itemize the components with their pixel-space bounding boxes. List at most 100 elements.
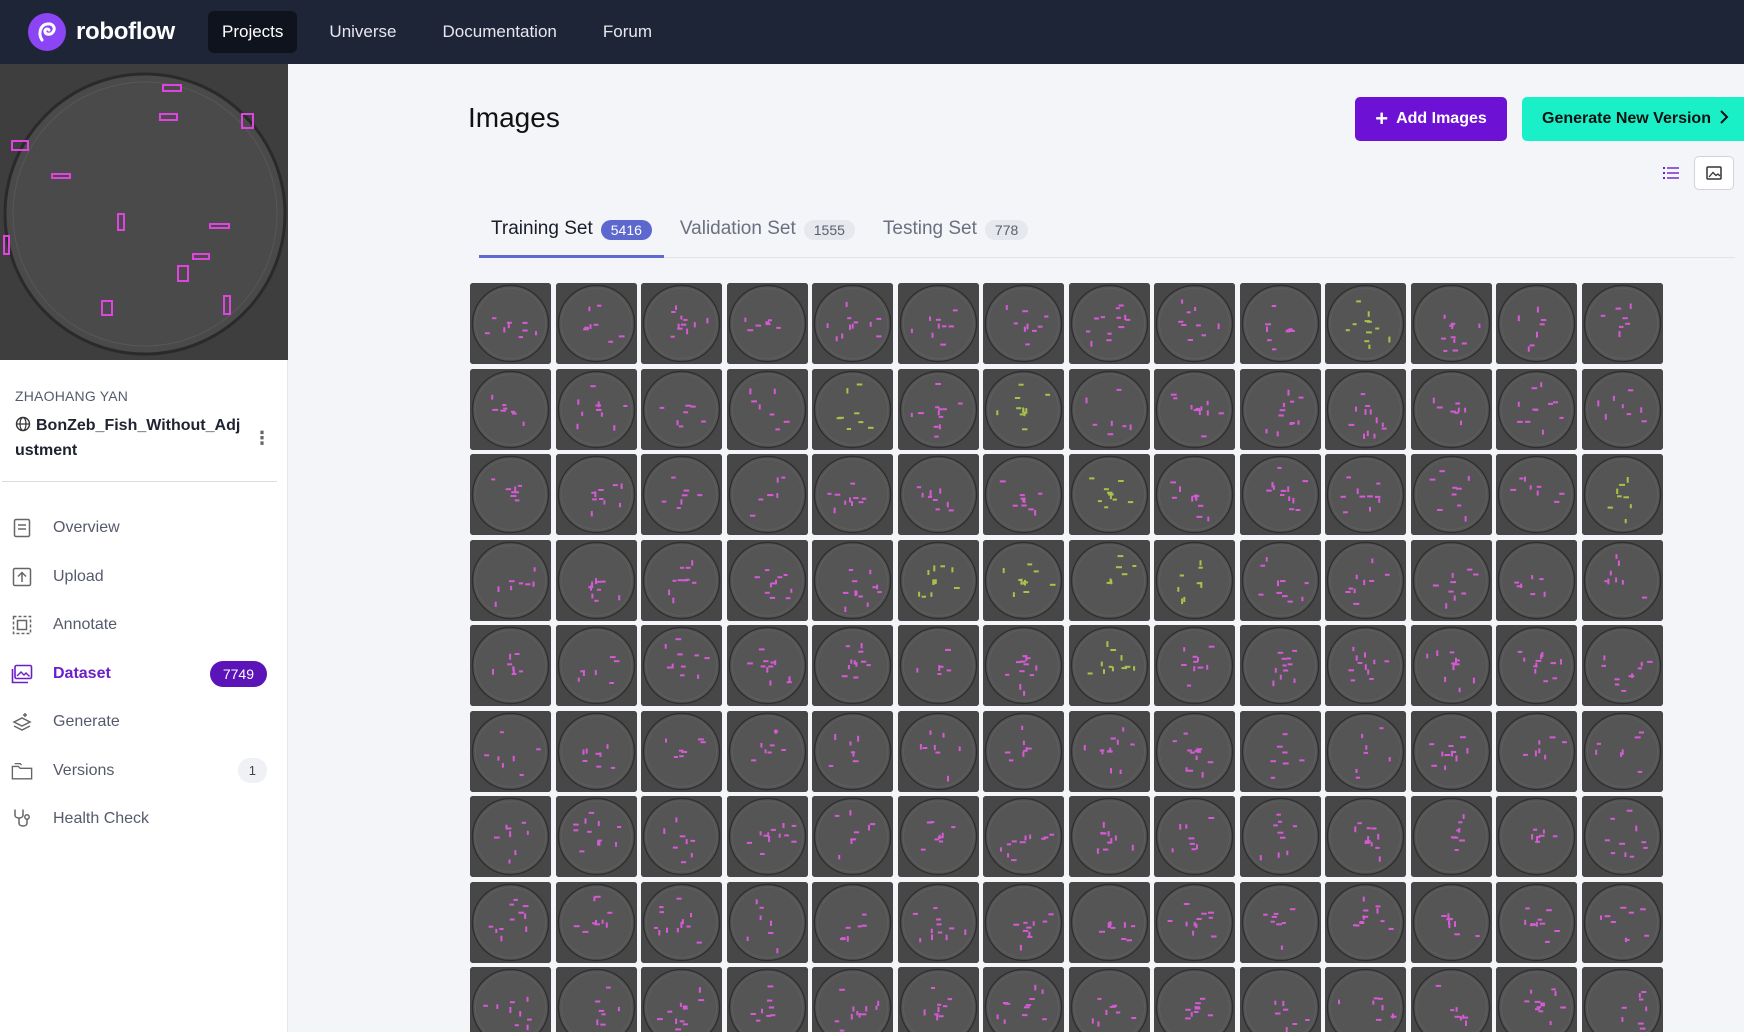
image-thumbnail[interactable] bbox=[726, 625, 808, 706]
image-thumbnail[interactable] bbox=[1410, 710, 1492, 792]
image-thumbnail[interactable] bbox=[1496, 625, 1577, 706]
image-thumbnail[interactable] bbox=[1410, 283, 1492, 364]
nav-projects[interactable]: Projects bbox=[208, 11, 298, 53]
image-thumbnail[interactable] bbox=[983, 710, 1064, 792]
image-thumbnail[interactable] bbox=[1581, 881, 1663, 963]
image-thumbnail[interactable] bbox=[1410, 881, 1492, 963]
image-thumbnail[interactable] bbox=[1410, 368, 1492, 450]
image-thumbnail[interactable] bbox=[641, 710, 722, 792]
image-thumbnail[interactable] bbox=[983, 625, 1064, 706]
sidebar-item-overview[interactable]: Overview bbox=[0, 504, 287, 553]
image-thumbnail[interactable] bbox=[897, 283, 979, 364]
generate-new-version-button[interactable]: Generate New Version bbox=[1522, 97, 1744, 141]
image-thumbnail[interactable] bbox=[812, 454, 893, 535]
image-thumbnail[interactable] bbox=[983, 283, 1064, 364]
image-thumbnail[interactable] bbox=[897, 368, 979, 450]
image-thumbnail[interactable] bbox=[1325, 539, 1406, 621]
image-thumbnail[interactable] bbox=[812, 967, 893, 1032]
image-thumbnail[interactable] bbox=[1239, 283, 1321, 364]
image-thumbnail[interactable] bbox=[897, 796, 979, 877]
image-thumbnail[interactable] bbox=[1410, 539, 1492, 621]
image-thumbnail[interactable] bbox=[812, 710, 893, 792]
image-thumbnail[interactable] bbox=[983, 796, 1064, 877]
image-thumbnail[interactable] bbox=[812, 796, 893, 877]
image-thumbnail[interactable] bbox=[897, 539, 979, 621]
image-thumbnail[interactable] bbox=[1325, 454, 1406, 535]
image-thumbnail[interactable] bbox=[983, 368, 1064, 450]
image-thumbnail[interactable] bbox=[812, 283, 893, 364]
image-thumbnail[interactable] bbox=[470, 625, 551, 706]
brand[interactable]: roboflow bbox=[28, 13, 208, 51]
image-thumbnail[interactable] bbox=[726, 881, 808, 963]
image-thumbnail[interactable] bbox=[641, 881, 722, 963]
image-thumbnail[interactable] bbox=[1581, 368, 1663, 450]
sidebar-item-upload[interactable]: Upload bbox=[0, 553, 287, 602]
sidebar-item-annotate[interactable]: Annotate bbox=[0, 601, 287, 650]
image-thumbnail[interactable] bbox=[1068, 283, 1150, 364]
image-thumbnail[interactable] bbox=[1410, 796, 1492, 877]
image-thumbnail[interactable] bbox=[1325, 881, 1406, 963]
image-thumbnail[interactable] bbox=[897, 625, 979, 706]
image-thumbnail[interactable] bbox=[1154, 625, 1235, 706]
image-thumbnail[interactable] bbox=[726, 967, 808, 1032]
image-thumbnail[interactable] bbox=[1325, 967, 1406, 1032]
image-thumbnail[interactable] bbox=[1239, 625, 1321, 706]
image-thumbnail[interactable] bbox=[1154, 881, 1235, 963]
image-thumbnail[interactable] bbox=[1239, 454, 1321, 535]
image-thumbnail[interactable] bbox=[1068, 625, 1150, 706]
image-thumbnail[interactable] bbox=[1581, 796, 1663, 877]
sidebar-item-dataset[interactable]: Dataset 7749 bbox=[0, 650, 287, 699]
image-thumbnail[interactable] bbox=[897, 967, 979, 1032]
image-thumbnail[interactable] bbox=[470, 796, 551, 877]
sidebar-item-generate[interactable]: Generate bbox=[0, 698, 287, 747]
nav-documentation[interactable]: Documentation bbox=[429, 11, 571, 53]
image-thumbnail[interactable] bbox=[1239, 710, 1321, 792]
image-thumbnail[interactable] bbox=[641, 454, 722, 535]
sidebar-item-versions[interactable]: Versions 1 bbox=[0, 747, 287, 796]
image-thumbnail[interactable] bbox=[1581, 283, 1663, 364]
image-thumbnail[interactable] bbox=[470, 881, 551, 963]
image-thumbnail[interactable] bbox=[726, 454, 808, 535]
image-thumbnail[interactable] bbox=[1154, 796, 1235, 877]
kebab-menu-icon[interactable]: ⋮ bbox=[253, 428, 271, 449]
image-thumbnail[interactable] bbox=[1154, 368, 1235, 450]
image-thumbnail[interactable] bbox=[1239, 539, 1321, 621]
image-thumbnail[interactable] bbox=[1325, 283, 1406, 364]
sidebar-item-health-check[interactable]: Health Check bbox=[0, 795, 287, 844]
image-thumbnail[interactable] bbox=[641, 283, 722, 364]
image-thumbnail[interactable] bbox=[470, 710, 551, 792]
tab-validation-set[interactable]: Validation Set 1555 bbox=[668, 208, 867, 258]
list-view-icon[interactable] bbox=[1660, 162, 1682, 184]
image-thumbnail[interactable] bbox=[555, 368, 637, 450]
image-thumbnail[interactable] bbox=[1581, 625, 1663, 706]
image-thumbnail[interactable] bbox=[470, 454, 551, 535]
nav-universe[interactable]: Universe bbox=[315, 11, 410, 53]
nav-forum[interactable]: Forum bbox=[589, 11, 666, 53]
image-thumbnail[interactable] bbox=[1496, 796, 1577, 877]
image-thumbnail[interactable] bbox=[1239, 881, 1321, 963]
image-thumbnail[interactable] bbox=[470, 283, 551, 364]
image-thumbnail[interactable] bbox=[1325, 796, 1406, 877]
add-images-button[interactable]: + Add Images bbox=[1355, 97, 1507, 141]
image-thumbnail[interactable] bbox=[726, 283, 808, 364]
image-thumbnail[interactable] bbox=[1239, 368, 1321, 450]
image-thumbnail[interactable] bbox=[470, 539, 551, 621]
image-thumbnail[interactable] bbox=[1154, 539, 1235, 621]
image-thumbnail[interactable] bbox=[897, 710, 979, 792]
image-thumbnail[interactable] bbox=[1239, 967, 1321, 1032]
image-thumbnail[interactable] bbox=[1496, 283, 1577, 364]
image-thumbnail[interactable] bbox=[1068, 710, 1150, 792]
image-thumbnail[interactable] bbox=[1325, 710, 1406, 792]
image-thumbnail[interactable] bbox=[1496, 710, 1577, 792]
image-thumbnail[interactable] bbox=[897, 881, 979, 963]
image-thumbnail[interactable] bbox=[726, 368, 808, 450]
image-thumbnail[interactable] bbox=[555, 454, 637, 535]
image-thumbnail[interactable] bbox=[1068, 539, 1150, 621]
image-thumbnail[interactable] bbox=[641, 796, 722, 877]
image-thumbnail[interactable] bbox=[1581, 454, 1663, 535]
image-thumbnail[interactable] bbox=[983, 539, 1064, 621]
image-thumbnail[interactable] bbox=[555, 539, 637, 621]
image-thumbnail[interactable] bbox=[1581, 967, 1663, 1032]
image-thumbnail[interactable] bbox=[983, 881, 1064, 963]
image-thumbnail[interactable] bbox=[726, 710, 808, 792]
